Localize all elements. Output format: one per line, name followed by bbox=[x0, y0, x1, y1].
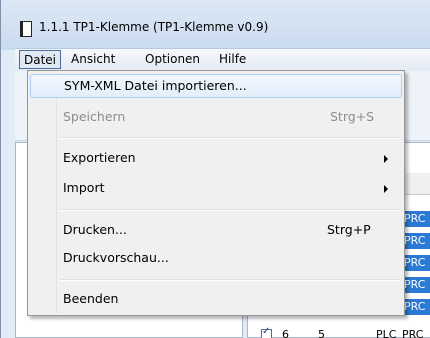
datei-dropdown-menu: SYM-XML Datei importieren... Speichern S… bbox=[27, 70, 405, 316]
table-row[interactable]: 6 5 PLC PRC bbox=[248, 326, 430, 338]
submenu-arrow-icon bbox=[384, 155, 388, 163]
menu-item-druckvorschau[interactable]: Druckvorschau... bbox=[30, 247, 402, 271]
menu-hilfe[interactable]: Hilfe bbox=[215, 50, 250, 69]
menu-item-label: Drucken... bbox=[63, 222, 127, 237]
grid-cell: PRC bbox=[402, 255, 430, 271]
menu-item-label: Exportieren bbox=[63, 150, 136, 165]
grid-cell: PRC bbox=[402, 277, 430, 293]
menu-separator bbox=[60, 137, 400, 139]
menu-datei[interactable]: Datei bbox=[19, 50, 62, 69]
menu-item-beenden[interactable]: Beenden bbox=[30, 288, 402, 312]
menu-item-shortcut: Strg+S bbox=[330, 109, 375, 124]
grid-cell: PRC bbox=[402, 211, 430, 227]
menu-item-label: Beenden bbox=[63, 291, 119, 306]
grid-cell: PLC bbox=[376, 328, 397, 338]
menu-item-shortcut: Strg+P bbox=[327, 222, 371, 237]
grid-cell: PRC bbox=[402, 328, 424, 338]
title-bar: 1.1.1 TP1-Klemme (TP1-Klemme v0.9) bbox=[1, 0, 430, 50]
menu-item-label: SYM-XML Datei importieren... bbox=[64, 78, 247, 93]
row-checkbox[interactable] bbox=[261, 326, 272, 338]
menu-item-label: Druckvorschau... bbox=[63, 250, 169, 265]
grid-cell: PRC bbox=[402, 233, 430, 249]
window-title: 1.1.1 TP1-Klemme (TP1-Klemme v0.9) bbox=[39, 20, 269, 34]
application-window: 1.1.1 TP1-Klemme (TP1-Klemme v0.9) Datei… bbox=[0, 0, 430, 338]
menu-optionen[interactable]: Optionen bbox=[141, 50, 204, 69]
menu-item-exportieren[interactable]: Exportieren bbox=[30, 147, 402, 171]
menu-separator bbox=[60, 209, 400, 211]
submenu-arrow-icon bbox=[384, 185, 388, 193]
menu-item-label: Import bbox=[63, 180, 105, 195]
grid-cell: 5 bbox=[318, 328, 325, 338]
menu-separator bbox=[60, 279, 400, 281]
menu-item-speichern[interactable]: Speichern Strg+S bbox=[30, 106, 402, 130]
menu-item-drucken[interactable]: Drucken... Strg+P bbox=[30, 219, 402, 243]
grid-cell: PRC bbox=[402, 299, 430, 315]
menu-item-sym-xml-import[interactable]: SYM-XML Datei importieren... bbox=[30, 74, 402, 98]
menu-item-label: Speichern bbox=[63, 109, 126, 124]
menu-ansicht[interactable]: Ansicht bbox=[67, 50, 119, 69]
menu-item-import[interactable]: Import bbox=[30, 177, 402, 201]
menu-bar: Datei Ansicht Optionen Hilfe bbox=[15, 48, 430, 70]
app-icon bbox=[20, 21, 32, 37]
grid-cell: 6 bbox=[282, 328, 289, 338]
